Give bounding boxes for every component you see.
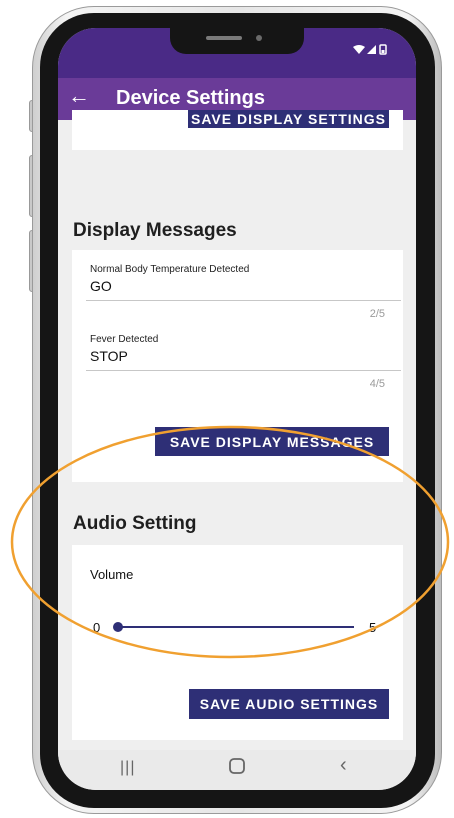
signal-icon — [367, 45, 376, 54]
android-nav-bar: ||| ‹ — [58, 750, 416, 790]
recents-icon[interactable]: ||| — [120, 759, 135, 777]
save-display-messages-button[interactable]: SAVE DISPLAY MESSAGES — [155, 427, 389, 456]
back-arrow-icon[interactable]: ← — [68, 83, 90, 109]
home-icon[interactable] — [228, 757, 246, 781]
volume-min-label: 0 — [93, 620, 101, 635]
settings-content: SAVE DISPLAY SETTINGS Display Messages N… — [58, 110, 416, 750]
wifi-icon — [353, 45, 365, 54]
phone-screen: ← Device Settings SAVE DISPLAY SETTINGS … — [58, 28, 416, 790]
save-audio-settings-button[interactable]: SAVE AUDIO SETTINGS — [189, 689, 389, 719]
audio-setting-card: Volume 0 5 SAVE AUDIO SETTINGS — [72, 545, 403, 740]
save-display-settings-button[interactable]: SAVE DISPLAY SETTINGS — [188, 110, 389, 128]
volume-slider-handle[interactable] — [113, 622, 123, 632]
normal-temp-char-counter: 2/5 — [369, 308, 385, 320]
field-underline — [86, 300, 401, 301]
audio-setting-title: Audio Setting — [73, 513, 197, 534]
fever-input[interactable]: STOP — [90, 348, 128, 364]
display-messages-title: Display Messages — [73, 220, 237, 241]
normal-temp-input[interactable]: GO — [90, 278, 112, 294]
back-icon[interactable]: ‹ — [340, 754, 347, 777]
field-underline — [86, 370, 401, 371]
normal-temp-label: Normal Body Temperature Detected — [90, 264, 250, 275]
volume-max-label: 5 — [369, 620, 377, 635]
speaker-grille — [206, 36, 242, 40]
fever-label: Fever Detected — [90, 334, 159, 345]
front-camera — [256, 35, 262, 41]
volume-slider-track[interactable] — [116, 626, 354, 628]
volume-label: Volume — [90, 567, 134, 582]
status-icons — [352, 42, 392, 56]
fever-char-counter: 4/5 — [369, 378, 385, 390]
display-messages-card: Normal Body Temperature Detected GO 2/5 … — [72, 250, 403, 482]
notch — [170, 28, 304, 54]
display-settings-card: SAVE DISPLAY SETTINGS — [72, 110, 403, 150]
page-title: Device Settings — [116, 87, 265, 109]
